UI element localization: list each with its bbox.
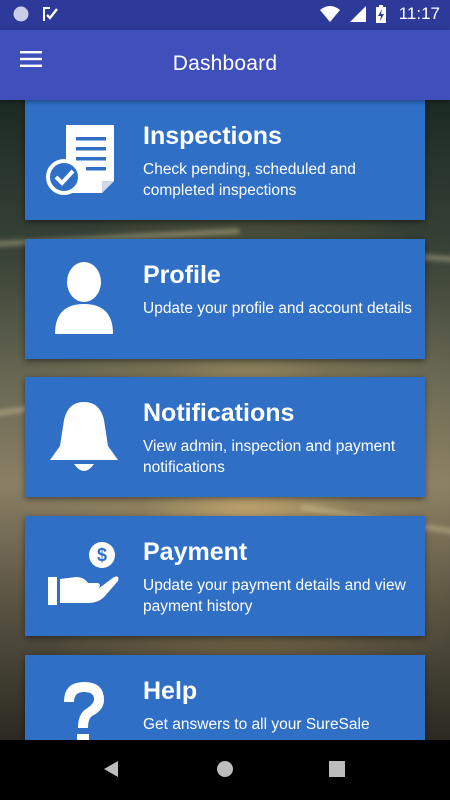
card-payment[interactable]: $ Payment Update your payment details an… <box>25 516 425 636</box>
svg-text:$: $ <box>97 545 107 565</box>
document-check-icon <box>39 116 129 206</box>
wifi-icon <box>319 6 340 22</box>
card-description: Get answers to all your SureSale <box>143 716 370 733</box>
card-inspections[interactable]: Inspections Check pending, scheduled and… <box>25 100 425 220</box>
hand-dollar-icon: $ <box>39 532 129 622</box>
recents-icon <box>329 761 345 777</box>
home-button[interactable] <box>214 758 240 784</box>
card-title: Inspections <box>143 122 282 150</box>
card-help[interactable]: Help Get answers to all your SureSale <box>25 655 425 740</box>
checkmark-notification-icon <box>43 7 58 21</box>
app-bar: Dashboard <box>0 30 450 100</box>
card-title: Payment <box>143 538 248 566</box>
back-icon <box>104 761 118 777</box>
system-nav-bar <box>0 740 450 800</box>
question-mark-icon <box>39 671 129 740</box>
card-title: Help <box>143 677 198 705</box>
battery-charging-icon <box>375 5 386 23</box>
bell-icon <box>39 393 129 483</box>
status-left <box>12 5 60 23</box>
status-right: 11:17 <box>319 4 440 24</box>
card-notifications[interactable]: Notifications View admin, inspection and… <box>25 377 425 497</box>
signal-icon <box>349 6 366 22</box>
back-button[interactable] <box>100 758 126 784</box>
card-description: Update your payment details and view pay… <box>143 577 406 615</box>
dashboard-content[interactable]: Inspections Check pending, scheduled and… <box>0 100 450 740</box>
card-title: Notifications <box>143 399 295 427</box>
card-profile[interactable]: Profile Update your profile and account … <box>25 239 425 359</box>
status-bar: 11:17 <box>0 0 450 30</box>
recents-button[interactable] <box>326 758 352 784</box>
home-icon <box>217 761 233 777</box>
status-time: 11:17 <box>398 4 440 23</box>
page-title: Dashboard <box>172 52 278 75</box>
card-title: Profile <box>143 261 221 289</box>
person-icon <box>39 255 129 345</box>
card-description: Check pending, scheduled and completed i… <box>143 161 356 199</box>
card-description: Update your profile and account details <box>143 300 412 317</box>
card-description: View admin, inspection and payment notif… <box>143 438 396 476</box>
circle-notification-icon <box>13 6 29 22</box>
